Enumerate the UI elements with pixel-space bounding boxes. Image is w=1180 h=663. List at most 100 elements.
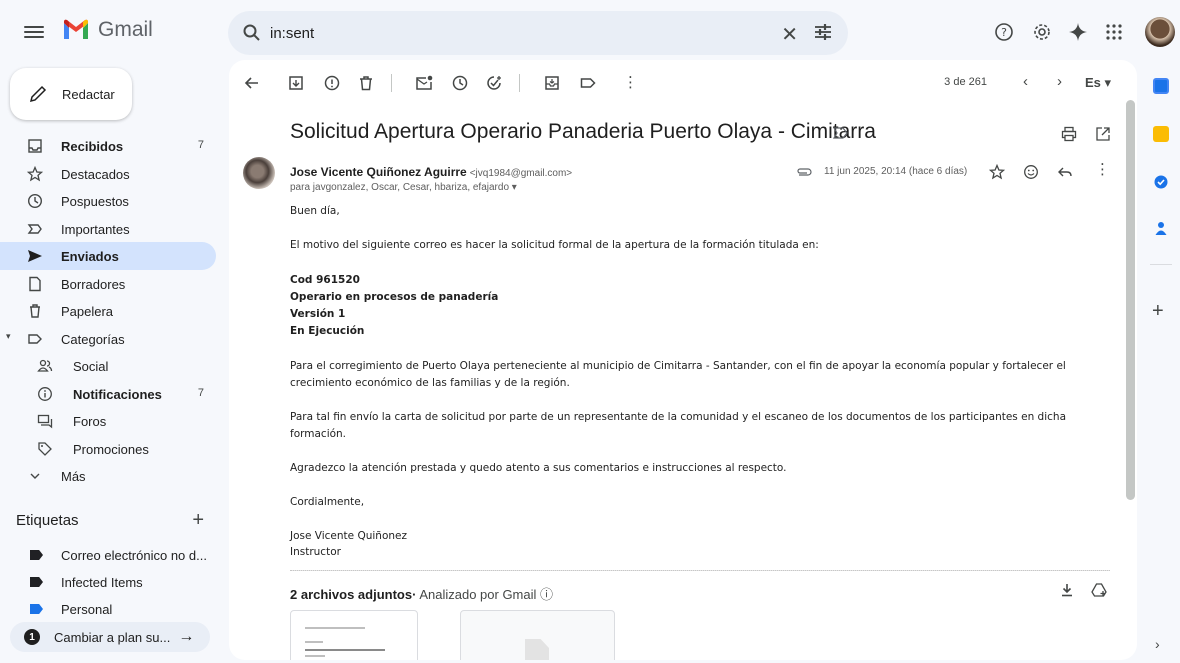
sidebar-item-inbox[interactable]: Recibidos 7 [0,132,216,160]
body-closing: Cordialmente, [290,496,365,508]
add-to-drive-icon[interactable] [1091,582,1107,598]
sidebar-item-starred[interactable]: Destacados [0,160,216,188]
label-tag-icon [30,604,43,614]
show-side-panel-icon[interactable]: › [1155,636,1160,652]
thumbnail-line [305,627,365,629]
label-tag-icon [30,577,43,587]
message-more-icon[interactable]: ⋮ [1095,160,1110,178]
upgrade-plan-button[interactable]: 1 Cambiar a plan su... → [10,622,210,652]
email-date: 11 jun 2025, 20:14 (hace 6 días) [824,166,968,177]
important-marker-icon[interactable] [833,126,849,140]
body-paragraph: El motivo del siguiente correo es hacer … [290,239,819,251]
sidebar-item-label: Más [61,469,86,484]
more-options-icon[interactable]: ⋮ [623,73,638,91]
attachment-icon [797,168,812,176]
arrow-right-icon: → [178,628,195,645]
label-item[interactable]: Infected Items [0,569,216,596]
label-item-label: Infected Items [61,575,143,590]
compose-button[interactable]: Redactar [10,68,132,120]
sidebar-item-updates[interactable]: Notificaciones 7 [0,380,216,408]
sidebar-item-promotions[interactable]: Promociones [0,435,216,463]
label-icon [28,333,42,344]
apps-icon[interactable] [1104,22,1124,42]
open-new-window-icon[interactable] [1095,126,1111,142]
back-icon[interactable] [243,74,261,92]
gemini-icon[interactable] [1068,22,1088,42]
settings-icon[interactable] [1032,22,1052,42]
emoji-reaction-icon[interactable] [1023,164,1039,180]
sidebar-item-label: Promociones [73,441,149,457]
star-icon[interactable] [989,164,1005,180]
snooze-icon[interactable] [451,74,469,92]
sender-avatar[interactable] [243,157,275,189]
archive-icon[interactable] [287,74,305,92]
previous-icon[interactable]: ‹ [1023,73,1028,90]
sidebar-item-trash[interactable]: Papelera [0,297,216,325]
report-spam-icon[interactable] [323,74,341,92]
search-bar: ✕ [228,11,848,55]
body-greeting: Buen día, [290,205,340,217]
label-as-icon[interactable] [579,74,597,92]
sidebar-item-label: Notificaciones [73,386,162,402]
clear-search-icon[interactable]: ✕ [781,22,798,47]
download-all-icon[interactable] [1059,582,1075,598]
sidebar-item-categories[interactable]: ▾ Categorías [0,325,216,353]
sender-email: <jvq1984@gmail.com> [469,168,573,179]
get-addons-icon[interactable]: + [1152,300,1164,323]
chevron-down-icon [30,473,40,479]
tasks-icon[interactable] [1153,174,1169,190]
sidebar-item-sent[interactable]: Enviados [0,242,216,270]
sidebar-item-more[interactable]: Más [0,462,216,490]
help-icon[interactable]: ? [994,22,1014,42]
signature-role: Instructor [290,546,341,558]
scrollbar[interactable] [1126,100,1135,500]
delete-icon[interactable] [357,74,375,92]
contacts-icon[interactable] [1153,220,1169,236]
gmail-logo[interactable]: Gmail [62,18,153,42]
body-paragraph: Agradezco la atención prestada y quedo a… [290,462,787,474]
panel-divider [1150,264,1172,265]
add-label-icon[interactable]: + [192,509,204,532]
compose-label: Redactar [62,86,115,102]
sidebar-item-snoozed[interactable]: Pospuestos [0,187,216,215]
label-item[interactable]: Personal [0,596,216,623]
account-avatar[interactable] [1145,17,1175,47]
mark-unread-icon[interactable] [415,74,433,92]
add-task-icon[interactable] [485,74,503,92]
sidebar-item-drafts[interactable]: Borradores [0,270,216,298]
body-paragraph: formación. [290,428,347,440]
course-status: En Ejecución [290,325,365,337]
search-input[interactable] [270,24,750,42]
sidebar-item-social[interactable]: Social [0,352,216,380]
next-icon[interactable]: › [1057,73,1062,90]
print-icon[interactable] [1061,126,1077,142]
recipients-line[interactable]: para javgonzalez, Oscar, Cesar, hbariza,… [290,182,517,193]
reply-icon[interactable] [1057,164,1073,180]
input-language-button[interactable]: Es ▾ [1085,75,1111,91]
sender-info: Jose Vicente Quiñonez Aguirre <jvq1984@gm… [290,165,572,179]
sidebar-item-label: Importantes [61,221,130,237]
sidebar-item-important[interactable]: Importantes [0,215,216,243]
sender-name[interactable]: Jose Vicente Quiñonez Aguirre [290,165,467,179]
move-to-icon[interactable] [543,74,561,92]
sidebar-item-label: Social [73,359,109,374]
scanned-by-text: Analizado por Gmail [416,587,537,602]
people-icon [37,359,53,372]
sidebar-item-label: Destacados [61,166,130,182]
sidebar-item-label: Foros [73,414,107,429]
search-options-icon[interactable] [812,21,834,43]
info-icon[interactable]: ⓘ [540,587,553,602]
attachment-thumbnail[interactable] [460,610,615,660]
attachment-thumbnail[interactable] [290,610,418,660]
search-icon[interactable] [242,23,262,43]
main-menu-icon[interactable] [22,20,46,44]
clock-icon [27,193,43,209]
expand-caret-icon[interactable]: ▾ [6,331,11,342]
sidebar-item-forums[interactable]: Foros [0,407,216,435]
recipients-expand-icon[interactable]: ▾ [512,182,517,193]
calendar-icon[interactable] [1153,78,1169,94]
label-item[interactable]: Correo electrónico no d... [0,542,216,569]
keep-icon[interactable] [1153,126,1169,142]
thumbnail-line [305,641,323,643]
course-name: Operario en procesos de panadería [290,291,499,303]
